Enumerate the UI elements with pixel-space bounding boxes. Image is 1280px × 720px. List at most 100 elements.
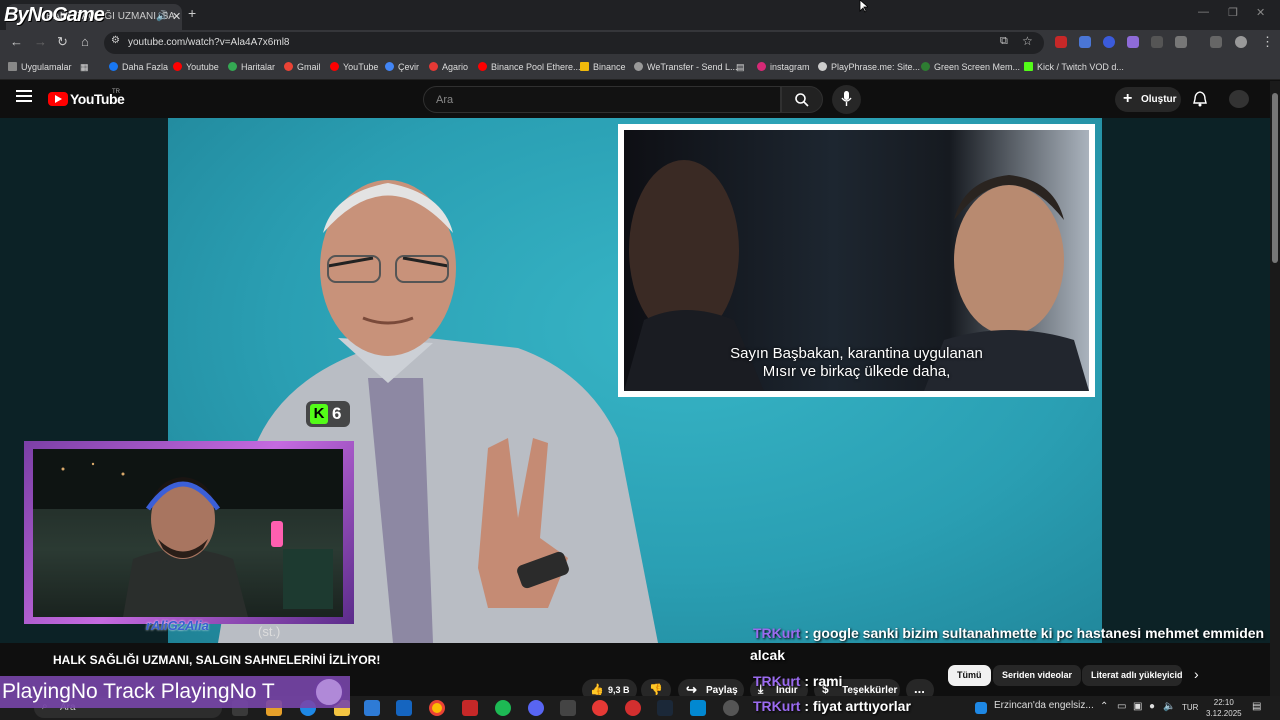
thumbs-down-icon: 👎 [649, 684, 663, 696]
scrollbar-thumb[interactable] [1272, 93, 1278, 263]
notifications-icon[interactable]: ▤ [1252, 701, 1261, 712]
store-icon[interactable] [364, 700, 380, 716]
taskbar-news[interactable]: Erzincan'da engelsiz... [994, 700, 1094, 711]
thanks-label: Teşekkürler [842, 685, 898, 696]
bookmark-item[interactable]: Gmail [284, 62, 321, 72]
share-label: Paylaş [706, 685, 738, 696]
app-icon[interactable] [462, 700, 478, 716]
profile-icon[interactable] [1235, 36, 1247, 48]
new-tab-icon[interactable]: + [188, 5, 196, 21]
bookmark-item[interactable]: Youtube [173, 62, 219, 72]
extension-translate-icon[interactable] [1079, 36, 1091, 48]
like-count: 9,3 B [608, 685, 630, 695]
tray-icon[interactable]: ▭ [1117, 701, 1126, 712]
chat-username: TRKurt [753, 698, 801, 714]
tray-icon[interactable]: ▣ [1133, 701, 1142, 712]
date: 3.12.2025 [1206, 709, 1242, 718]
search-placeholder: Ara [436, 94, 454, 106]
bookmark-item[interactable]: YouTube [330, 62, 378, 72]
app-icon[interactable] [560, 700, 576, 716]
forward-icon[interactable]: → [34, 34, 47, 49]
url-text: youtube.com/watch?v=Ala4A7x6ml8 [128, 37, 290, 48]
window-close-icon[interactable]: ✕ [1256, 6, 1265, 19]
create-button[interactable]: + Oluştur [1115, 87, 1181, 112]
hamburger-menu-icon[interactable] [16, 90, 32, 102]
clock[interactable]: 22:10 3.12.2025 [1206, 697, 1242, 719]
chat-message: TRKurt : rami [753, 673, 842, 689]
tray-expand-icon[interactable]: ⌃ [1100, 701, 1108, 712]
bookmark-item[interactable]: Haritalar [228, 62, 275, 72]
app-icon[interactable] [690, 700, 706, 716]
bookmark-item[interactable]: Çevir [385, 62, 419, 72]
bookmark-apps[interactable]: Uygulamalar [8, 62, 72, 72]
notifications-bell-icon[interactable] [1193, 91, 1207, 107]
bookmark-item[interactable]: Kick / Twitch VOD d... [1024, 62, 1124, 72]
bookmark-item[interactable]: Agario [429, 62, 468, 72]
steam-icon[interactable] [657, 700, 673, 716]
home-icon[interactable]: ⌂ [81, 34, 89, 49]
instagram-icon [757, 62, 766, 71]
obs-icon[interactable] [723, 700, 739, 716]
now-playing-text: PlayingNo Track PlayingNo T [2, 680, 275, 703]
opera-icon[interactable] [625, 700, 641, 716]
minimize-icon[interactable]: — [1198, 6, 1209, 18]
spotify-overlay-icon [314, 677, 344, 707]
chip-series[interactable]: Seriden videolar [993, 665, 1082, 686]
microphone-tray-icon[interactable]: ● [1149, 701, 1155, 712]
playphrase-icon [818, 62, 827, 71]
page-scrollbar[interactable] [1270, 81, 1280, 720]
grid-icon[interactable]: ▦ [80, 62, 89, 73]
wetransfer-icon [634, 62, 643, 71]
green-screen-icon [921, 62, 930, 71]
site-info-icon[interactable]: ⚙ [111, 35, 120, 46]
bookmark-icon[interactable]: ▤ [736, 62, 745, 73]
close-tab-icon[interactable]: ✕ [172, 10, 181, 23]
spotify-icon[interactable] [495, 700, 511, 716]
mail-icon[interactable] [396, 700, 412, 716]
restore-icon[interactable]: ❐ [1228, 6, 1238, 19]
avatar[interactable] [1229, 90, 1249, 108]
volume-icon[interactable]: 🔈 [1163, 701, 1175, 712]
extension-pen-icon[interactable] [1127, 36, 1139, 48]
chip-uploader[interactable]: Literat adlı yükleyicid [1082, 665, 1182, 686]
menu-dots-icon[interactable]: ⋮ [1261, 34, 1274, 50]
app-icon[interactable] [592, 700, 608, 716]
speaker-icon[interactable]: 🔊 [156, 11, 168, 22]
translate-icon [385, 62, 394, 71]
chip-all[interactable]: Tümü [948, 665, 991, 686]
bookmark-item[interactable]: Binance Pool Ethere... [478, 62, 581, 72]
extension-image-icon[interactable] [1151, 36, 1163, 48]
bookmark-item[interactable]: PlayPhrase.me: Site... [818, 62, 920, 72]
media-control-icon[interactable] [1210, 36, 1222, 48]
voice-search-button[interactable] [832, 85, 861, 114]
reload-icon[interactable]: ↻ [57, 34, 68, 50]
youtube-logo-icon[interactable] [48, 92, 68, 106]
bookmark-item[interactable]: instagram [757, 62, 810, 72]
discord-icon[interactable] [528, 700, 544, 716]
bookmark-star-icon[interactable]: ☆ [1022, 34, 1033, 48]
youtube-icon [478, 62, 487, 71]
bookmark-item[interactable]: Daha Fazla [109, 62, 168, 72]
search-icon [795, 93, 809, 107]
extension-audio-icon[interactable] [1103, 36, 1115, 48]
chat-message: TRKurt : fiyat arttıyorlar [753, 698, 911, 714]
back-icon[interactable]: ← [10, 34, 23, 49]
maps-icon [228, 62, 237, 71]
install-icon[interactable]: ⧉ [1000, 35, 1008, 48]
extensions-puzzle-icon[interactable] [1175, 36, 1187, 48]
search-input[interactable]: Ara [423, 86, 781, 113]
kick-viewer-badge: K 6 [306, 401, 350, 427]
chrome-icon[interactable] [429, 700, 445, 716]
bookmark-item[interactable]: Binance [580, 62, 626, 72]
bookmark-item[interactable]: Green Screen Mem... [921, 62, 1020, 72]
movie-clip: Sayın Başbakan, karantina uygulanan Mısı… [624, 130, 1089, 391]
search-button[interactable] [781, 86, 823, 113]
language-indicator[interactable]: TUR [1182, 703, 1198, 712]
chips-next-icon[interactable]: › [1194, 666, 1199, 682]
kick-icon [1024, 62, 1033, 71]
kick-viewer-count: 6 [332, 404, 342, 423]
extension-new-icon[interactable] [1055, 36, 1067, 48]
kick-logo: K [310, 404, 328, 424]
url-field[interactable]: ⚙ youtube.com/watch?v=Ala4A7x6ml8 ⧉ ☆ [104, 32, 1044, 54]
bookmark-item[interactable]: WeTransfer - Send L... [634, 62, 738, 72]
